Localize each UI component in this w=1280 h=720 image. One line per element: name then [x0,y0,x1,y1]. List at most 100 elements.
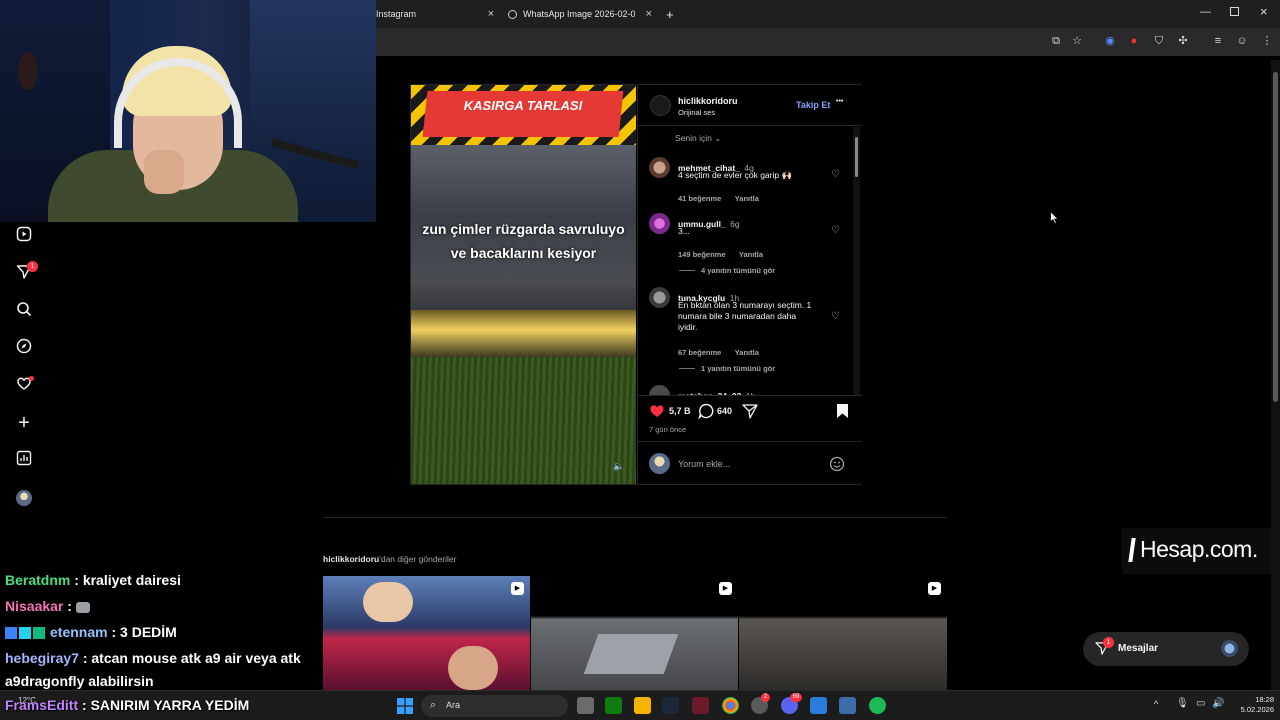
dashboard-icon[interactable] [14,450,34,470]
more-posts-username[interactable]: hiclikkoridoru [323,554,379,564]
app-icon[interactable]: 2 [751,693,770,714]
audio-label[interactable]: Orijinal ses [678,108,715,117]
more-options-icon[interactable]: ••• [836,98,843,105]
comment-avatar[interactable] [649,157,670,178]
reply-button[interactable]: Yanıtla [735,348,759,357]
menu-kebab-icon[interactable]: ⋮ [1260,34,1274,48]
comment-button[interactable] [698,403,714,424]
tray-chevron-icon[interactable]: ^ [1154,699,1158,709]
task-view-icon[interactable] [577,697,594,714]
steam-icon[interactable] [662,697,679,714]
comment-text: 4 seçtim de evler çok garip 🙌🏻 [678,170,793,180]
share-button[interactable] [742,404,758,424]
sponsor-logo-text: Hesap.com. [1140,536,1258,562]
discord-icon[interactable]: 69 [781,693,802,714]
like-count[interactable]: 5,7 B [669,406,691,416]
tab-whatsapp-image[interactable]: WhatsApp Image 2026-02-05 a × [508,4,652,24]
bookmark-star-icon[interactable]: ☆ [1070,34,1084,48]
file-explorer-icon[interactable] [634,697,651,714]
chrome-icon[interactable] [722,697,739,714]
heart-filled-icon [650,405,664,417]
taskbar-search[interactable]: ⌕ Ara [421,695,568,717]
extensions-puzzle-icon[interactable]: ✣ [1176,34,1190,48]
chat-message: hebegiray7 : atcan mouse atk a9 air veya… [5,650,301,666]
volume-icon[interactable]: 🔊 [1212,698,1224,709]
install-app-icon[interactable]: ⧉ [1049,34,1063,48]
comment-avatar[interactable] [649,287,670,308]
volume-icon[interactable]: 🔈 [613,461,624,472]
notifications-heart-icon[interactable] [14,375,34,395]
comment-likes[interactable]: 41 beğenme [678,194,721,203]
new-tab-button[interactable]: + [666,4,678,24]
notepad-icon[interactable] [810,697,827,714]
reel-video[interactable]: KASIRGA TARLASI zun çimler rüzgarda savr… [411,85,636,484]
grid-post[interactable]: ▶ [739,576,947,690]
comments-scrollbar-thumb[interactable] [855,137,858,177]
section-divider [323,517,947,518]
xbox-app-icon[interactable] [605,697,622,714]
grid-post[interactable]: ▶ [531,576,738,690]
view-replies-button[interactable]: 1 yanıtın tümünü gör [701,364,775,373]
windows-start-icon[interactable] [397,698,413,714]
comment-sort-dropdown[interactable]: Senin için ⌄ [675,133,721,144]
extension-red-icon[interactable]: ● [1127,34,1141,48]
comment-avatar[interactable] [649,213,670,234]
comments-scrollbar[interactable] [853,127,860,395]
spotify-icon[interactable] [869,697,886,714]
comment-like-heart-icon[interactable]: ♡ [831,225,840,236]
profile-avatar[interactable] [14,488,34,508]
reply-button[interactable]: Yanıtla [739,250,763,259]
emoji-icon[interactable] [829,456,845,477]
explore-compass-icon[interactable] [14,338,34,358]
comment-time: 6g [730,219,740,229]
display-icon[interactable]: ▭ [1196,698,1205,709]
clock[interactable]: 18:28 5.02.2026 [1236,695,1274,715]
chat-username: Beratdnm [5,572,71,588]
extension-icon[interactable]: ◉ [1103,34,1117,48]
reel-icon: ▶ [719,582,732,595]
close-tab-icon[interactable]: × [646,8,652,20]
create-plus-icon[interactable]: + [14,413,34,433]
messages-nav-icon[interactable]: 1 [14,261,38,284]
chat-separator: : [63,598,76,614]
comment-like-heart-icon[interactable]: ♡ [831,311,840,322]
app-icon[interactable] [839,697,856,714]
thread-line [679,270,695,271]
comment-avatar[interactable] [649,385,670,395]
media-control-icon[interactable]: ≡ [1211,34,1225,48]
grass-field [411,357,636,484]
shield-icon[interactable]: ⛉ [1152,34,1166,48]
divider [638,441,862,442]
clock-time: 18:28 [1255,695,1274,704]
reply-button[interactable]: Yanıtla [735,194,759,203]
follow-button[interactable]: Takip Et [796,100,830,110]
grid-post[interactable]: ▶ [323,576,530,690]
reels-icon[interactable] [14,226,34,246]
tab-instagram[interactable]: Instagram × [376,4,494,24]
close-tab-icon[interactable]: × [488,8,494,20]
profile-icon[interactable]: ☺ [1235,34,1249,48]
restore-icon[interactable] [1230,7,1239,16]
microphone-icon[interactable]: 🎙 [1176,698,1189,709]
comment-likes[interactable]: 149 beğenme [678,250,726,259]
view-replies-button[interactable]: 4 yanıtın tümünü gör [701,266,775,275]
page-scrollbar[interactable] [1271,60,1280,690]
author-username[interactable]: hiclikkoridoru [678,96,738,106]
search-icon[interactable] [14,301,34,321]
minimize-icon[interactable]: — [1200,6,1211,18]
close-window-icon[interactable]: × [1260,4,1268,19]
posted-time: 7 gün önce [649,425,687,434]
more-posts-heading: hiclikkoridoru'dan diğer gönderiler [323,554,456,564]
comment-bubble-icon [698,403,714,420]
scrollbar-thumb[interactable] [1273,72,1278,402]
chat-separator: : [107,624,121,640]
save-button[interactable] [836,403,849,424]
comment-input[interactable]: Yorum ekle... [678,459,730,469]
app-icon[interactable] [692,697,709,714]
sort-label: Senin için [675,133,712,143]
messages-button[interactable]: 1 Mesajlar [1083,632,1249,666]
author-avatar[interactable] [650,95,671,116]
comment-likes[interactable]: 67 beğenme [678,348,721,357]
comment-like-heart-icon[interactable]: ♡ [831,169,840,180]
like-button[interactable] [649,403,665,423]
